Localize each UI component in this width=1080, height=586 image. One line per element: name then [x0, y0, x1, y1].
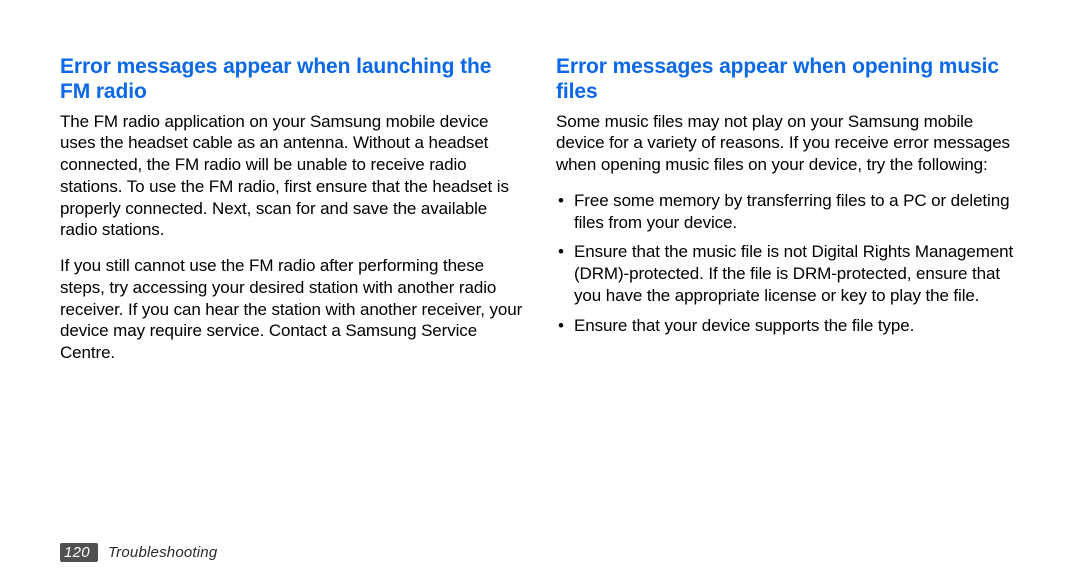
page-number-badge: 120 — [60, 543, 98, 562]
bullet-item: Ensure that your device supports the fil… — [556, 315, 1020, 337]
fm-radio-paragraph-2: If you still cannot use the FM radio aft… — [60, 255, 524, 364]
bullet-item: Free some memory by transferring files t… — [556, 190, 1020, 234]
columns: Error messages appear when launching the… — [60, 55, 1020, 378]
right-column: Error messages appear when opening music… — [556, 55, 1020, 378]
music-files-intro: Some music files may not play on your Sa… — [556, 111, 1020, 176]
left-column: Error messages appear when launching the… — [60, 55, 524, 378]
music-files-heading: Error messages appear when opening music… — [556, 55, 1020, 105]
section-name: Troubleshooting — [108, 544, 217, 561]
page-footer: 120 Troubleshooting — [60, 543, 217, 562]
fm-radio-paragraph-1: The FM radio application on your Samsung… — [60, 111, 524, 242]
music-files-bullets: Free some memory by transferring files t… — [556, 190, 1020, 337]
page: Error messages appear when launching the… — [0, 0, 1080, 586]
bullet-item: Ensure that the music file is not Digita… — [556, 241, 1020, 306]
fm-radio-heading: Error messages appear when launching the… — [60, 55, 524, 105]
